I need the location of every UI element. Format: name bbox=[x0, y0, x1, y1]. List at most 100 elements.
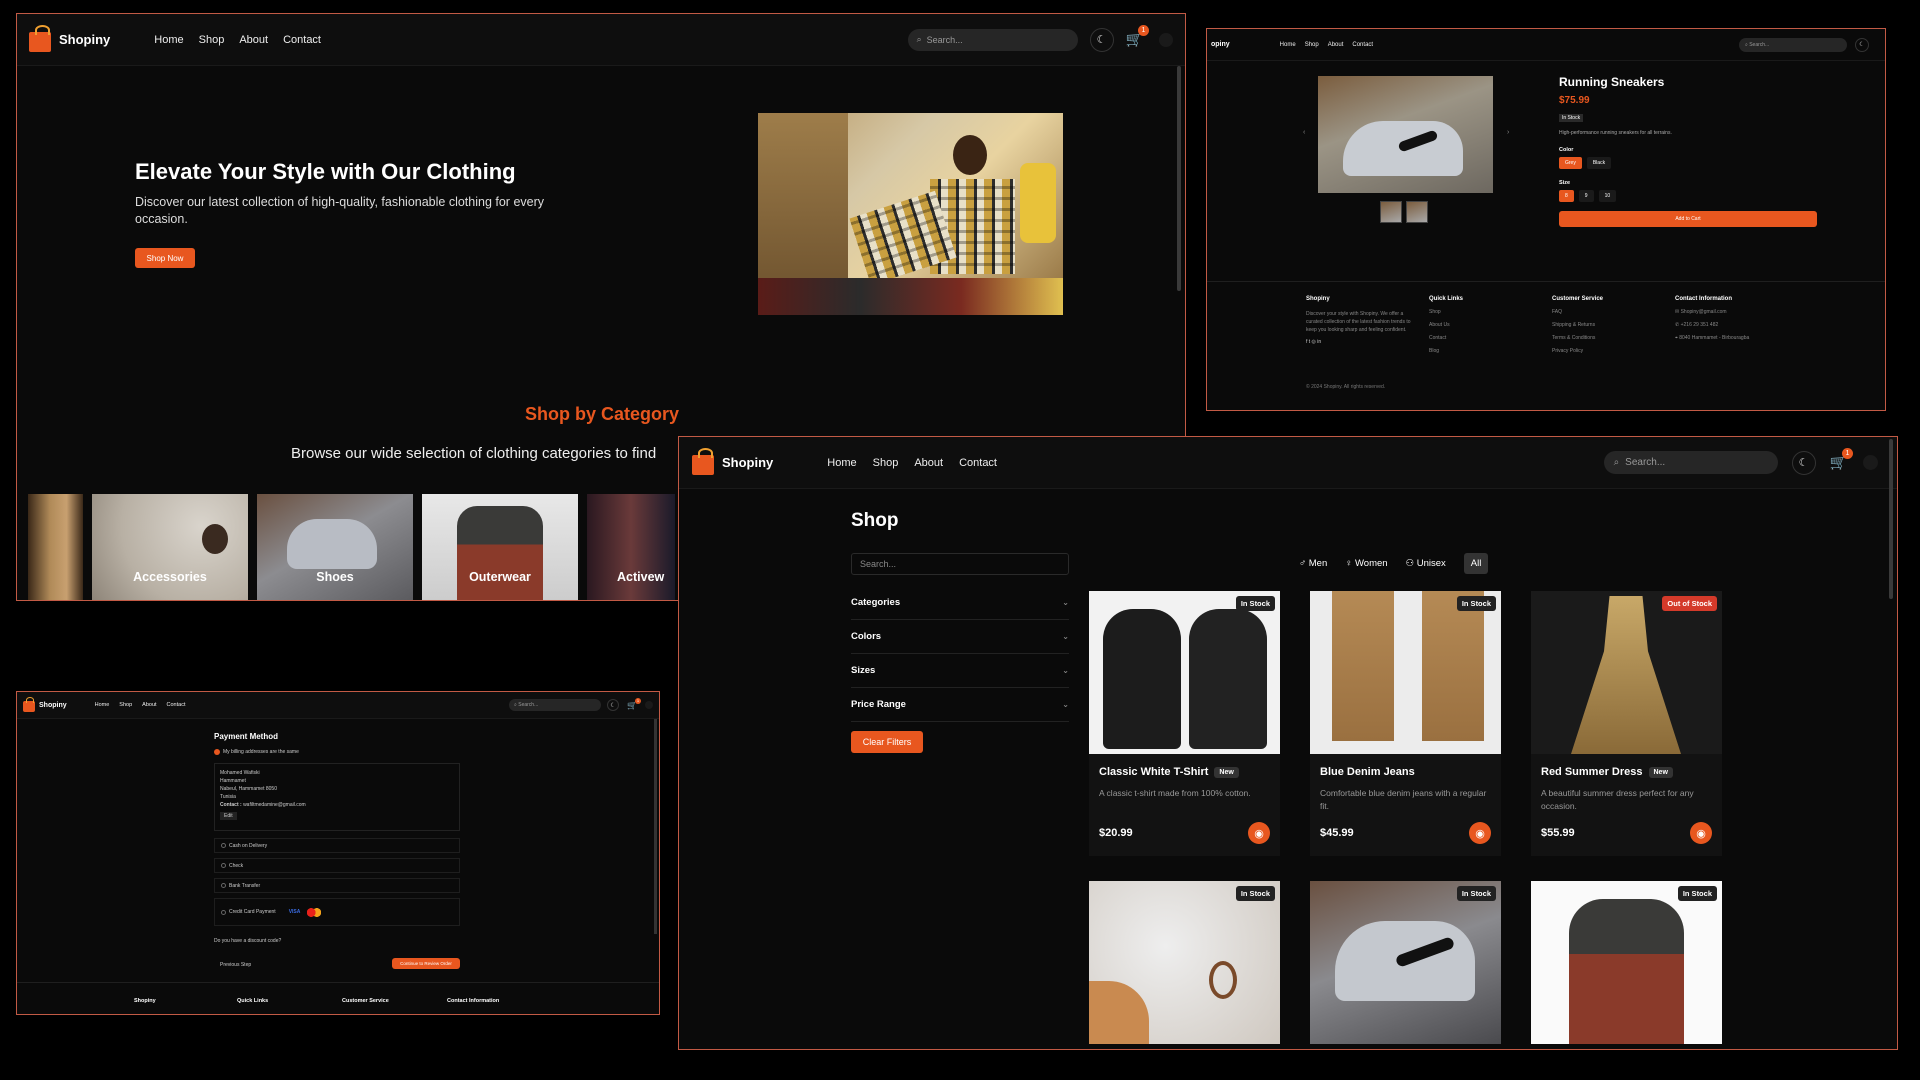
avatar[interactable] bbox=[1159, 32, 1173, 47]
thumbnail[interactable] bbox=[1380, 201, 1402, 223]
footer-link[interactable]: Shipping & Returns bbox=[1552, 322, 1595, 328]
nav-home[interactable]: Home bbox=[827, 457, 856, 469]
avatar[interactable] bbox=[1863, 455, 1878, 470]
product-card[interactable]: Out of Stock Red Summer Dress New A beaut… bbox=[1531, 591, 1722, 856]
category-card-activewear[interactable]: Activew bbox=[587, 494, 675, 600]
search-input[interactable]: ⌕ Search... bbox=[509, 699, 602, 711]
footer-link[interactable]: Terms & Conditions bbox=[1552, 335, 1595, 341]
nav-shop[interactable]: Shop bbox=[1305, 42, 1319, 48]
theme-toggle-moon-icon[interactable]: ☾ bbox=[607, 699, 620, 711]
nav-shop[interactable]: Shop bbox=[119, 702, 132, 708]
continue-review-button[interactable]: Continue to Review Order bbox=[392, 958, 460, 969]
nav-about[interactable]: About bbox=[142, 702, 156, 708]
size-option[interactable]: 8 bbox=[1559, 190, 1574, 202]
tab-women[interactable]: ♀ Women bbox=[1345, 558, 1387, 569]
eye-icon[interactable]: ◉ bbox=[1248, 822, 1270, 844]
filter-price-range[interactable]: Price Range ⌄ bbox=[851, 688, 1069, 722]
nav-contact[interactable]: Contact bbox=[959, 457, 997, 469]
product-name: Blue Denim Jeans bbox=[1320, 766, 1415, 778]
footer-link[interactable]: Shop bbox=[1429, 309, 1441, 315]
size-option[interactable]: 9 bbox=[1578, 190, 1594, 202]
next-image-chevron-icon[interactable]: › bbox=[1507, 129, 1509, 136]
category-carousel[interactable]: Accessories Shoes Outerwear Activew bbox=[28, 494, 675, 600]
scrollbar[interactable] bbox=[1889, 439, 1893, 599]
eye-icon[interactable]: ◉ bbox=[1690, 822, 1712, 844]
color-option-black[interactable]: Black bbox=[1586, 157, 1612, 169]
chevron-down-icon: ⌄ bbox=[1062, 632, 1069, 641]
prev-image-chevron-icon[interactable]: ‹ bbox=[1303, 129, 1305, 136]
filter-search-input[interactable]: Search... bbox=[851, 553, 1069, 575]
nav-shop[interactable]: Shop bbox=[199, 34, 225, 46]
scrollbar[interactable] bbox=[1177, 66, 1181, 291]
logo[interactable]: Shopiny bbox=[29, 25, 110, 52]
navbar: opiny Home Shop About Contact ⌕ Search..… bbox=[1207, 29, 1885, 61]
discount-code-link[interactable]: Do you have a discount code? bbox=[214, 938, 281, 944]
clear-filters-button[interactable]: Clear Filters bbox=[851, 731, 923, 753]
cart-icon[interactable]: 🛒 1 bbox=[1830, 448, 1853, 471]
nav-home[interactable]: Home bbox=[95, 702, 110, 708]
category-card-outerwear[interactable]: Outerwear bbox=[422, 494, 578, 600]
logo[interactable]: opiny bbox=[1211, 41, 1230, 48]
footer-link[interactable]: FAQ bbox=[1552, 309, 1562, 315]
shop-now-button[interactable]: Shop Now bbox=[135, 248, 195, 268]
footer-link[interactable]: Privacy Policy bbox=[1552, 348, 1583, 354]
footer-link[interactable]: About Us bbox=[1429, 322, 1450, 328]
product-card[interactable]: In Stock bbox=[1531, 881, 1722, 1044]
theme-toggle-moon-icon[interactable]: ☾ bbox=[1855, 37, 1869, 52]
filter-colors[interactable]: Colors ⌄ bbox=[851, 620, 1069, 654]
color-option-grey[interactable]: Grey bbox=[1559, 157, 1582, 169]
logo[interactable]: Shopiny bbox=[23, 697, 67, 712]
edit-address-button[interactable]: Edit bbox=[220, 812, 237, 820]
footer-customer-service: Customer Service FAQ Shipping & Returns … bbox=[1552, 296, 1604, 354]
product-card[interactable]: In Stock Blue Denim Jeans Comfortable bl… bbox=[1310, 591, 1501, 856]
previous-step-button[interactable]: Previous Step bbox=[220, 962, 251, 968]
nav-about[interactable]: About bbox=[1328, 42, 1344, 48]
avatar[interactable] bbox=[645, 701, 653, 709]
product-card[interactable]: In Stock Classic White T-Shirt New A clas… bbox=[1089, 591, 1280, 856]
social-icons[interactable]: f t ◎ in bbox=[1306, 336, 1418, 349]
cart-icon[interactable]: 🛒 1 bbox=[1126, 25, 1149, 48]
payment-option-cash[interactable]: Cash on Delivery bbox=[214, 838, 460, 853]
nav-shop[interactable]: Shop bbox=[873, 457, 899, 469]
category-card-accessories[interactable]: Accessories bbox=[92, 494, 248, 600]
nav-contact[interactable]: Contact bbox=[283, 34, 321, 46]
size-option[interactable]: 10 bbox=[1598, 190, 1617, 202]
tab-all[interactable]: All bbox=[1463, 553, 1489, 574]
footer-link[interactable]: Contact bbox=[1429, 335, 1446, 341]
tab-unisex[interactable]: ⚇ Unisex bbox=[1406, 558, 1446, 569]
image-thumbnails[interactable] bbox=[1380, 201, 1428, 223]
nav-home[interactable]: Home bbox=[154, 34, 183, 46]
nav-contact[interactable]: Contact bbox=[167, 702, 186, 708]
payment-option-bank[interactable]: Bank Transfer bbox=[214, 878, 460, 893]
category-card[interactable] bbox=[28, 494, 83, 600]
nav-home[interactable]: Home bbox=[1280, 42, 1296, 48]
category-card-shoes[interactable]: Shoes bbox=[257, 494, 413, 600]
nav-about[interactable]: About bbox=[239, 34, 268, 46]
footer-divider bbox=[17, 982, 659, 983]
cart-icon[interactable]: 🛒 1 bbox=[627, 697, 641, 710]
product-card[interactable]: In Stock bbox=[1310, 881, 1501, 1044]
payment-option-credit-card[interactable]: Credit Card Payment VISA bbox=[214, 898, 460, 926]
search-input[interactable]: ⌕ Search... bbox=[907, 28, 1078, 51]
radio-icon bbox=[221, 843, 226, 848]
add-to-cart-button[interactable]: Add to Cart bbox=[1559, 211, 1817, 227]
nav-contact[interactable]: Contact bbox=[1352, 42, 1373, 48]
filter-categories[interactable]: Categories ⌄ bbox=[851, 586, 1069, 620]
theme-toggle-moon-icon[interactable]: ☾ bbox=[1089, 27, 1114, 52]
filter-sizes[interactable]: Sizes ⌄ bbox=[851, 654, 1069, 688]
payment-option-check[interactable]: Check bbox=[214, 858, 460, 873]
tab-men[interactable]: ♂ Men bbox=[1299, 558, 1327, 569]
theme-toggle-moon-icon[interactable]: ☾ bbox=[1791, 450, 1816, 475]
eye-icon[interactable]: ◉ bbox=[1469, 822, 1491, 844]
scrollbar[interactable] bbox=[654, 719, 657, 934]
thumbnail[interactable] bbox=[1406, 201, 1428, 223]
logo[interactable]: Shopiny bbox=[692, 448, 773, 475]
product-card[interactable]: In Stock bbox=[1089, 881, 1280, 1044]
same-address-checkbox[interactable]: My billing addresses are the same bbox=[214, 749, 299, 755]
search-input[interactable]: ⌕ Search... bbox=[1739, 37, 1847, 52]
footer-link[interactable]: Blog bbox=[1429, 348, 1439, 354]
search-input[interactable]: ⌕ Search... bbox=[1603, 451, 1778, 474]
stock-badge: In Stock bbox=[1456, 886, 1496, 901]
nav-about[interactable]: About bbox=[914, 457, 943, 469]
footer-about: Shopiny Discover your style with Shopiny… bbox=[1306, 293, 1418, 349]
